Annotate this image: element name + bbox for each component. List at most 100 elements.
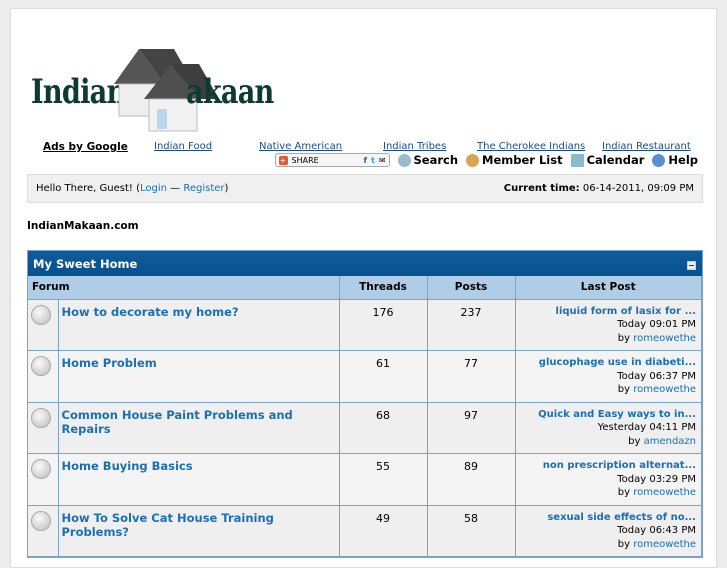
- forum-row: How To Solve Cat House Training Problems…: [28, 505, 702, 557]
- page: Indian akaan Ads by Google Indian Food N…: [10, 8, 717, 568]
- last-post: non prescription alternat... Today 03:29 …: [515, 453, 702, 506]
- login-link[interactable]: Login: [140, 183, 167, 194]
- forum-category: My Sweet Home Forum Threads Posts Last P…: [27, 250, 703, 558]
- time-value: 06-14-2011, 09:09 PM: [579, 183, 694, 194]
- last-post: Quick and Easy ways to in... Yesterday 04…: [515, 402, 702, 454]
- last-post-time: Yesterday 04:11 PM: [597, 422, 696, 433]
- forum-status: [28, 350, 59, 403]
- plus-icon: +: [278, 155, 288, 165]
- forum-status-icon: [31, 304, 51, 325]
- last-post-time: Today 09:01 PM: [617, 319, 696, 330]
- share-button[interactable]: + SHARE f t ✉: [274, 153, 390, 167]
- post-count: 58: [427, 505, 516, 557]
- col-posts: Posts: [427, 276, 516, 300]
- forum-name-cell: How to decorate my home?: [58, 299, 340, 351]
- forum-name-cell: Home Problem: [58, 350, 340, 403]
- last-post-link[interactable]: Quick and Easy ways to in...: [521, 408, 696, 422]
- col-threads: Threads: [339, 276, 428, 300]
- current-time: Current time: 06-14-2011, 09:09 PM: [504, 183, 694, 194]
- last-post-user[interactable]: romeowethe: [633, 333, 696, 344]
- forum-link[interactable]: How To Solve Cat House Training Problems…: [62, 511, 274, 539]
- register-link[interactable]: Register: [183, 183, 224, 194]
- by-label: by: [628, 435, 644, 447]
- forum-link[interactable]: How to decorate my home?: [62, 305, 239, 319]
- ad-link[interactable]: Indian Food: [154, 141, 212, 152]
- ad-link[interactable]: Indian Tribes: [383, 141, 446, 152]
- toolbar: + SHARE f t ✉ Search Member List Calenda…: [274, 153, 698, 167]
- time-label: Current time:: [503, 183, 580, 194]
- last-post-time: Today 06:43 PM: [617, 525, 696, 536]
- last-post-user[interactable]: amendazn: [644, 436, 696, 447]
- search-label: Search: [413, 153, 459, 167]
- email-icon: ✉: [378, 155, 386, 165]
- member-list-label: Member List: [482, 153, 563, 167]
- welcome-bar: Hello There, Guest! (Login — Register) C…: [27, 174, 703, 203]
- site-logo[interactable]: Indian akaan: [31, 34, 274, 134]
- forum-name-cell: Common House Paint Problems and Repairs: [58, 402, 340, 454]
- search-link[interactable]: Search: [397, 153, 459, 167]
- greeting-text: Hello There, Guest! (: [36, 183, 140, 194]
- facebook-icon: f: [363, 155, 367, 165]
- help-link[interactable]: Help: [652, 153, 698, 167]
- calendar-link[interactable]: Calendar: [570, 153, 645, 167]
- forum-status-icon: [31, 510, 51, 531]
- last-post: sexual side effects of no... Today 06:43 …: [515, 505, 702, 557]
- last-post-link[interactable]: liquid form of lasix for ...: [521, 305, 696, 319]
- forum-status: [28, 299, 59, 351]
- last-post-time: Today 03:29 PM: [617, 473, 696, 485]
- forum-status: [28, 453, 59, 506]
- last-post-link[interactable]: non prescription alternat...: [521, 459, 696, 473]
- col-forum: Forum: [28, 276, 340, 300]
- last-post-link[interactable]: sexual side effects of no...: [521, 511, 696, 525]
- logo-text: akaan: [186, 72, 274, 112]
- member-list-link[interactable]: Member List: [466, 153, 563, 167]
- forum-row: Home Problem 61 77 glucophage use in dia…: [28, 350, 702, 403]
- by-label: by: [617, 332, 634, 344]
- forum-link[interactable]: Home Problem: [62, 356, 157, 370]
- forum-table: Forum Threads Posts Last Post How to dec…: [28, 276, 702, 557]
- forum-link[interactable]: Home Buying Basics: [62, 459, 193, 473]
- forum-name-cell: Home Buying Basics: [58, 453, 340, 506]
- ad-link[interactable]: Native American: [259, 141, 342, 152]
- category-title[interactable]: My Sweet Home: [33, 257, 137, 271]
- forum-status-icon: [31, 407, 51, 428]
- ad-link[interactable]: Indian Restaurant: [602, 141, 691, 152]
- category-header: My Sweet Home: [28, 251, 702, 276]
- last-post: glucophage use in diabeti... Today 06:37 …: [515, 350, 702, 403]
- forum-row: Home Buying Basics 55 89 non prescriptio…: [28, 453, 702, 506]
- col-last-post: Last Post: [515, 276, 702, 300]
- ads-by-google[interactable]: Ads by Google: [43, 141, 128, 153]
- by-label: by: [617, 487, 634, 498]
- greeting: Hello There, Guest! (Login — Register): [36, 183, 228, 194]
- forum-row: How to decorate my home? 176 237 liquid …: [28, 299, 702, 351]
- last-post-user[interactable]: romeowethe: [633, 384, 696, 395]
- calendar-icon: [570, 154, 584, 167]
- help-label: Help: [668, 153, 698, 167]
- last-post-user[interactable]: romeowethe: [633, 539, 696, 550]
- forum-row: Common House Paint Problems and Repairs …: [28, 402, 702, 454]
- by-label: by: [617, 384, 634, 395]
- forum-status: [28, 505, 59, 557]
- twitter-icon: t: [370, 155, 375, 165]
- thread-count: 176: [339, 299, 428, 351]
- last-post-link[interactable]: glucophage use in diabeti...: [521, 356, 696, 370]
- forum-link[interactable]: Common House Paint Problems and Repairs: [62, 408, 293, 436]
- paren: ): [224, 183, 229, 194]
- forum-name-cell: How To Solve Cat House Training Problems…: [58, 505, 340, 557]
- site-name: IndianMakaan.com: [27, 220, 139, 232]
- share-label: SHARE: [291, 155, 319, 165]
- members-icon: [466, 154, 480, 167]
- thread-count: 61: [339, 350, 428, 403]
- post-count: 97: [427, 402, 516, 454]
- thread-count: 55: [339, 453, 428, 506]
- last-post-user[interactable]: romeowethe: [633, 487, 696, 498]
- calendar-label: Calendar: [586, 153, 645, 167]
- by-label: by: [617, 538, 634, 550]
- forum-status-icon: [31, 459, 51, 479]
- separator: —: [166, 183, 184, 194]
- help-icon: [652, 154, 666, 167]
- collapse-icon[interactable]: [687, 261, 696, 270]
- forum-status: [28, 402, 59, 454]
- thread-count: 49: [339, 505, 428, 557]
- ad-link[interactable]: The Cherokee Indians: [477, 141, 585, 152]
